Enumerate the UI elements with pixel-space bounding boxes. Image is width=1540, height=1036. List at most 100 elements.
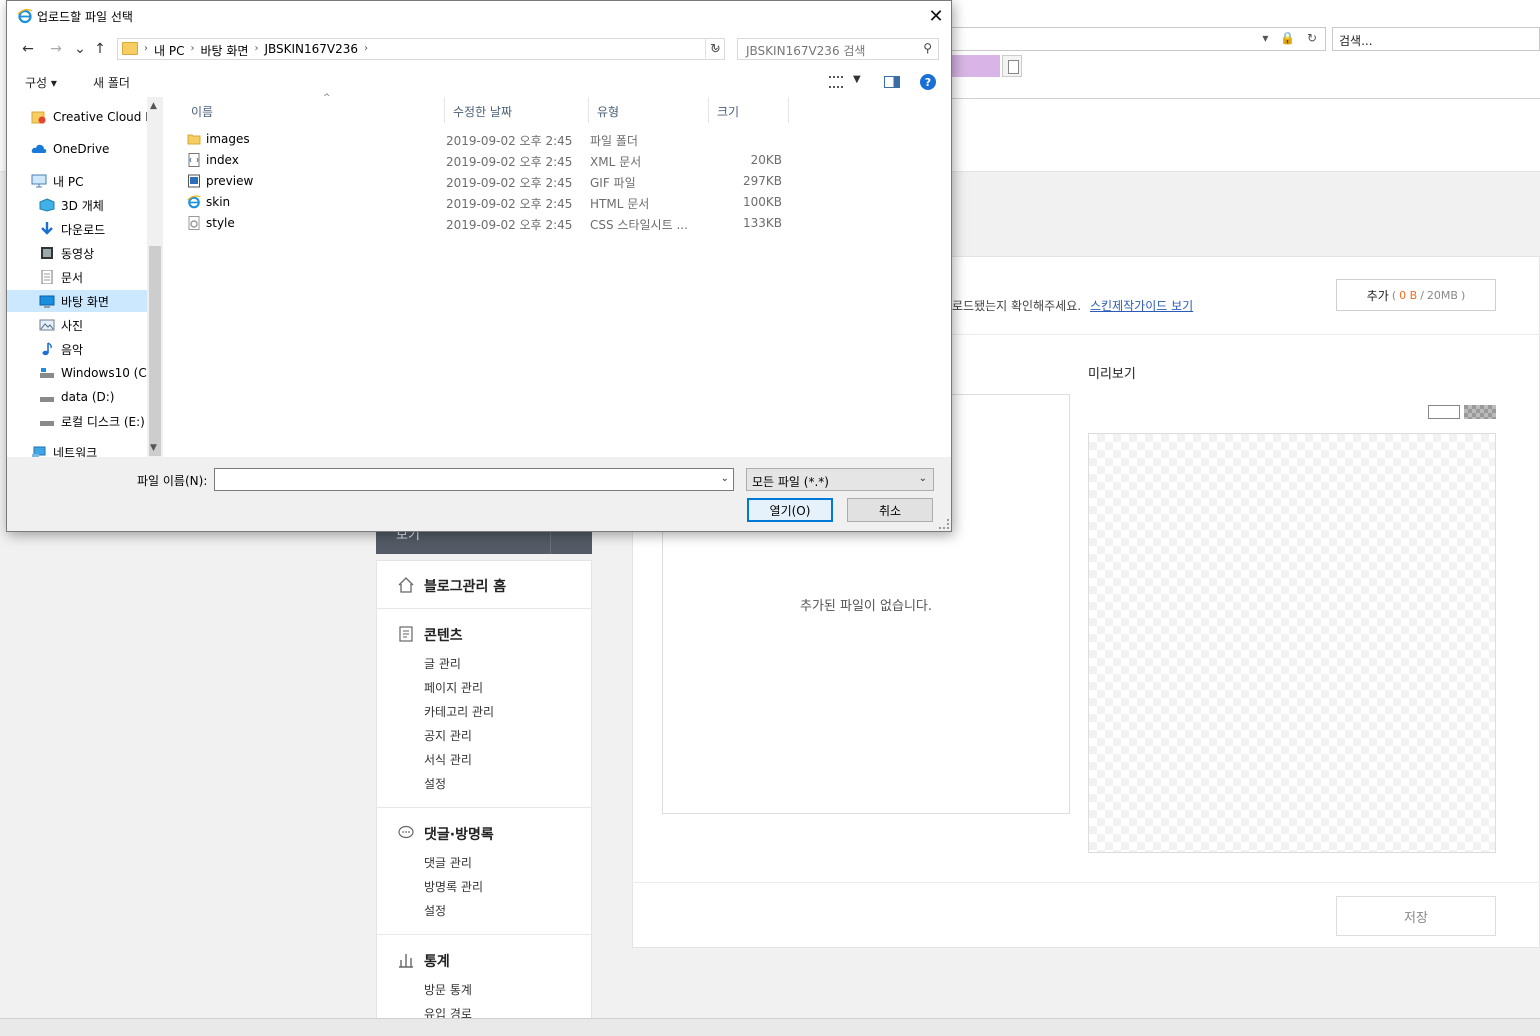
nav-item-label: 네트워크: [53, 445, 98, 458]
nav-item-videos[interactable]: 동영상: [39, 242, 151, 264]
chevron-right-icon[interactable]: ›: [254, 42, 258, 59]
cancel-button[interactable]: 취소: [847, 498, 933, 522]
filename-input[interactable]: ⌄: [214, 468, 734, 491]
new-tab-button[interactable]: [1002, 55, 1022, 77]
breadcrumb-item[interactable]: 바탕 화면: [200, 42, 248, 59]
recent-locations-icon[interactable]: ⌄: [71, 39, 89, 59]
forward-arrow-icon[interactable]: →: [47, 39, 65, 59]
file-row-images[interactable]: images 2019-09-02 오후 2:45 파일 폴더: [163, 129, 951, 150]
sidebar-contents-title[interactable]: 콘텐츠: [424, 625, 463, 645]
sidebar-item-notices[interactable]: 공지 관리: [424, 727, 472, 744]
sidebar-item-content-settings[interactable]: 설정: [424, 775, 446, 792]
save-button[interactable]: 저장: [1336, 896, 1496, 936]
nav-item-onedrive[interactable]: OneDrive: [31, 138, 151, 160]
preview-pane-icon[interactable]: [884, 76, 900, 88]
paren-close: ): [1460, 288, 1466, 302]
chevron-down-icon[interactable]: ⌄: [919, 473, 927, 484]
organize-button[interactable]: 구성 ▾: [25, 74, 57, 91]
nav-item-pictures[interactable]: 사진: [39, 314, 151, 336]
nav-item-label: 동영상: [61, 246, 95, 261]
blog-admin-sidebar: 블로그관리 홈 콘텐츠 글 관리 페이지 관리 카테고리 관리 공지 관리 서식…: [376, 560, 592, 1036]
back-arrow-icon[interactable]: ←: [19, 39, 37, 59]
refresh-icon[interactable]: ↻: [705, 38, 725, 60]
open-button[interactable]: 열기(O): [747, 498, 833, 522]
search-icon[interactable]: ⚲: [923, 41, 932, 55]
nav-pane-scroll-thumb[interactable]: [149, 246, 161, 456]
pc-icon: [31, 174, 47, 188]
file-list-pane: 이름 ^ 수정한 날짜 유형 크기 images 2019-09-02 오후 2…: [163, 93, 951, 457]
transparent-background-toggle[interactable]: [1464, 405, 1496, 419]
sidebar-item-guestbook[interactable]: 방명록 관리: [424, 878, 483, 895]
nav-item-music[interactable]: 음악: [39, 338, 151, 360]
chevron-right-icon[interactable]: ›: [190, 42, 194, 59]
nav-item-3d-objects[interactable]: 3D 개체: [39, 194, 151, 216]
paren-open: (: [1391, 288, 1397, 302]
column-header-label: 크기: [717, 105, 740, 119]
sidebar-item-comment-settings[interactable]: 설정: [424, 902, 446, 919]
nav-item-drive-c[interactable]: Windows10 (C:): [39, 362, 155, 384]
dialog-address-bar[interactable]: › 내 PC › 바탕 화면 › JBSKIN167V236 › ⌄: [117, 38, 725, 60]
file-row-skin[interactable]: skin 2019-09-02 오후 2:45 HTML 문서 100KB: [163, 192, 951, 213]
sidebar-item-visit-stats[interactable]: 방문 통계: [424, 981, 472, 998]
dialog-search-input[interactable]: JBSKIN167V236 검색 ⚲: [737, 38, 939, 60]
column-header-modified[interactable]: 수정한 날짜: [445, 97, 589, 123]
sidebar-item-categories[interactable]: 카테고리 관리: [424, 703, 494, 720]
column-header-name[interactable]: 이름 ^: [183, 93, 445, 123]
panel-divider: [632, 882, 1540, 883]
sidebar-divider: [377, 608, 591, 609]
document-icon: [41, 270, 53, 284]
up-arrow-icon[interactable]: ↑: [91, 39, 109, 59]
sidebar-item-pages[interactable]: 페이지 관리: [424, 679, 483, 696]
nav-item-downloads[interactable]: 다운로드: [39, 218, 151, 240]
address-controls[interactable]: ▾ 🔒 ↻: [1262, 31, 1321, 45]
sidebar-home[interactable]: 블로그관리 홈: [424, 576, 506, 596]
dialog-title-bar[interactable]: 업로드할 파일 선택 ✕: [7, 1, 951, 31]
scroll-down-icon[interactable]: ▼: [150, 443, 157, 453]
column-header-label: 수정한 날짜: [453, 105, 513, 119]
nav-item-drive-d[interactable]: data (D:): [39, 386, 151, 408]
chevron-right-icon[interactable]: ›: [364, 42, 368, 59]
nav-item-creative-cloud[interactable]: Creative Cloud Fil: [31, 106, 158, 128]
file-size: 133KB: [742, 216, 782, 230]
breadcrumb-item[interactable]: JBSKIN167V236: [264, 42, 358, 59]
scroll-up-icon[interactable]: ▲: [150, 101, 157, 111]
sidebar-item-posts[interactable]: 글 관리: [424, 655, 461, 672]
nav-item-desktop[interactable]: 바탕 화면: [7, 290, 147, 312]
add-file-button[interactable]: 추가 ( 0 B / 20MB ): [1336, 279, 1496, 311]
breadcrumb-item[interactable]: 내 PC: [154, 42, 184, 59]
chevron-down-icon[interactable]: ▼: [853, 74, 861, 85]
nav-item-this-pc[interactable]: 내 PC: [31, 170, 151, 192]
browser-search-input[interactable]: 검색...: [1332, 27, 1540, 51]
browser-tab[interactable]: [952, 55, 1000, 77]
sidebar-item-templates[interactable]: 서식 관리: [424, 751, 472, 768]
nav-item-network[interactable]: 네트워크: [31, 441, 151, 457]
file-row-style[interactable]: style 2019-09-02 오후 2:45 CSS 스타일시트 ... 1…: [163, 213, 951, 234]
sidebar-comments-title[interactable]: 댓글·방명록: [424, 824, 494, 844]
file-modified: 2019-09-02 오후 2:45: [446, 197, 573, 211]
help-icon[interactable]: ?: [920, 74, 936, 90]
gif-file-icon: [188, 174, 200, 188]
column-header-size[interactable]: 크기: [709, 97, 789, 123]
nav-item-drive-e[interactable]: 로컬 디스크 (E:): [39, 410, 151, 432]
file-type: 파일 폴더: [590, 134, 638, 148]
skin-guide-link[interactable]: 스킨제작가이드 보기: [1090, 297, 1193, 314]
desktop-icon: [39, 295, 55, 308]
file-row-preview[interactable]: preview 2019-09-02 오후 2:45 GIF 파일 297KB: [163, 171, 951, 192]
filetype-select[interactable]: 모든 파일 (*.*) ⌄: [746, 468, 934, 491]
css-file-icon: [188, 216, 200, 230]
chevron-down-icon[interactable]: ⌄: [721, 473, 729, 484]
sidebar-stats-title[interactable]: 통계: [424, 951, 450, 971]
file-type: HTML 문서: [590, 197, 650, 211]
sidebar-item-comments[interactable]: 댓글 관리: [424, 854, 472, 871]
white-background-toggle[interactable]: [1428, 405, 1460, 419]
resize-grip-icon[interactable]: [939, 519, 949, 529]
new-folder-button[interactable]: 새 폴더: [93, 74, 130, 91]
view-options-icon[interactable]: [829, 76, 843, 88]
column-header-type[interactable]: 유형: [589, 97, 709, 123]
nav-item-documents[interactable]: 문서: [39, 266, 151, 288]
close-icon[interactable]: ✕: [921, 1, 951, 31]
folder-icon: [122, 42, 138, 55]
browser-address-bar[interactable]: ▾ 🔒 ↻: [952, 27, 1326, 51]
file-row-index[interactable]: index 2019-09-02 오후 2:45 XML 문서 20KB: [163, 150, 951, 171]
breadcrumb: › 내 PC › 바탕 화면 › JBSKIN167V236 ›: [144, 42, 368, 59]
